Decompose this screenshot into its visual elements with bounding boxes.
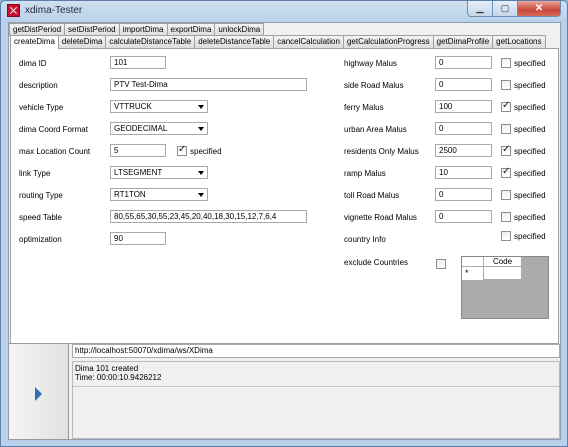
grid-new-row-cell[interactable] (484, 267, 522, 280)
max-location-count-label: max Location Count (19, 147, 91, 156)
residents-only-malus-label: residents Only Malus (344, 147, 419, 156)
service-url-input[interactable]: http://localhost:50070/xdima/ws/XDima (72, 344, 560, 358)
output-separator (73, 386, 559, 387)
urban-area-malus-input[interactable]: 0 (435, 122, 492, 135)
chevron-down-icon (198, 105, 204, 109)
play-icon (35, 387, 42, 401)
link-type-label: link Type (19, 169, 51, 178)
country-info-specified-checkbox[interactable] (501, 231, 511, 241)
toll-road-malus-specified-label: specified (514, 191, 546, 200)
ferry-malus-label: ferry Malus (344, 103, 384, 112)
routing-type-select[interactable]: RT1TON (110, 188, 208, 201)
dima-id-label: dima ID (19, 59, 47, 68)
max-location-count-specified-checkbox[interactable] (177, 144, 187, 156)
tab-getDimaProfile[interactable]: getDimaProfile (432, 35, 494, 48)
exclude-countries-grid[interactable]: Code * (461, 256, 549, 319)
urban-area-malus-label: urban Area Malus (344, 125, 407, 134)
tab-calculateDistanceTable[interactable]: calculateDistanceTable (105, 35, 196, 48)
coord-format-value: GEODECIMAL (114, 124, 168, 133)
residents-only-malus-specified-checkbox[interactable] (501, 144, 511, 156)
highway-malus-specified-checkbox[interactable] (501, 58, 511, 68)
vignette-road-malus-specified-checkbox[interactable] (501, 212, 511, 222)
coord-format-select[interactable]: GEODECIMAL (110, 122, 208, 135)
output-line-1: Dima 101 created (75, 364, 139, 373)
chevron-down-icon (198, 171, 204, 175)
exclude-countries-label: exclude Countries (344, 258, 409, 267)
max-location-count-specified-label: specified (190, 147, 222, 156)
optimization-input[interactable]: 90 (110, 232, 166, 245)
coord-format-label: dima Coord Format (19, 125, 88, 134)
side-road-malus-label: side Road Malus (344, 81, 404, 90)
ramp-malus-label: ramp Malus (344, 169, 386, 178)
chevron-down-icon (198, 127, 204, 131)
side-road-malus-specified-label: specified (514, 81, 546, 90)
highway-malus-specified-label: specified (514, 59, 546, 68)
tab-cancelCalculation[interactable]: cancelCalculation (273, 35, 344, 48)
description-label: description (19, 81, 58, 90)
create-dima-panel: dima ID 101 description PTV Test-Dima ve… (10, 48, 559, 344)
optimization-label: optimization (19, 235, 62, 244)
vehicle-type-label: vehicle Type (19, 103, 64, 112)
tab-row-2: createDima deleteDima calculateDistanceT… (10, 35, 546, 49)
toll-road-malus-specified-checkbox[interactable] (501, 190, 511, 200)
app-icon (7, 4, 20, 17)
tab-deleteDima[interactable]: deleteDima (57, 35, 107, 48)
tab-getLocations[interactable]: getLocations (492, 35, 546, 48)
minimize-icon: ▁ (476, 3, 484, 13)
window-title: xdima-Tester (25, 5, 83, 16)
country-info-label: country Info (344, 235, 386, 244)
ferry-malus-input[interactable]: 100 (435, 100, 492, 113)
vehicle-type-value: VTTRUCK (114, 102, 152, 111)
speed-table-label: speed Table (19, 213, 62, 222)
tab-deleteDistanceTable[interactable]: deleteDistanceTable (194, 35, 275, 48)
link-type-value: LTSEGMENT (114, 168, 163, 177)
highway-malus-input[interactable]: 0 (435, 56, 492, 69)
side-road-malus-input[interactable]: 0 (435, 78, 492, 91)
speed-table-input[interactable]: 80,55,65,30,55,23,45,20,40,18,30,15,12,7… (110, 210, 307, 223)
minimize-button[interactable]: ▁ (467, 1, 493, 17)
app-window: xdima-Tester ▁ ▢ ✕ getDistPeriod setDist… (0, 0, 568, 447)
exclude-countries-checkbox[interactable] (436, 259, 446, 269)
urban-area-malus-specified-checkbox[interactable] (501, 124, 511, 134)
vignette-road-malus-specified-label: specified (514, 213, 546, 222)
output-log: Dima 101 created Time: 00:00:10.9426212 (72, 361, 560, 439)
urban-area-malus-specified-label: specified (514, 125, 546, 134)
link-type-select[interactable]: LTSEGMENT (110, 166, 208, 179)
title-bar[interactable]: xdima-Tester ▁ ▢ ✕ (1, 1, 567, 21)
side-road-malus-specified-checkbox[interactable] (501, 80, 511, 90)
toll-road-malus-label: toll Road Malus (344, 191, 400, 200)
description-input[interactable]: PTV Test-Dima (110, 78, 307, 91)
dima-id-input[interactable]: 101 (110, 56, 166, 69)
tab-createDima[interactable]: createDima (10, 35, 59, 49)
chevron-down-icon (198, 193, 204, 197)
run-button[interactable] (8, 343, 69, 440)
close-button[interactable]: ✕ (518, 1, 561, 17)
vignette-road-malus-input[interactable]: 0 (435, 210, 492, 223)
ramp-malus-specified-checkbox[interactable] (501, 166, 511, 178)
toll-road-malus-input[interactable]: 0 (435, 188, 492, 201)
residents-only-malus-input[interactable]: 2500 (435, 144, 492, 157)
ramp-malus-specified-label: specified (514, 169, 546, 178)
routing-type-value: RT1TON (114, 190, 146, 199)
maximize-icon: ▢ (500, 3, 510, 13)
grid-new-row-marker: * (462, 267, 484, 280)
client-area: getDistPeriod setDistPeriod importDima e… (8, 22, 561, 440)
ferry-malus-specified-checkbox[interactable] (501, 100, 511, 112)
ramp-malus-input[interactable]: 10 (435, 166, 492, 179)
tab-getCalculationProgress[interactable]: getCalculationProgress (342, 35, 434, 48)
output-line-2: Time: 00:00:10.9426212 (75, 373, 162, 382)
max-location-count-input[interactable]: 5 (110, 144, 166, 157)
ferry-malus-specified-label: specified (514, 103, 546, 112)
grid-corner (462, 257, 484, 267)
highway-malus-label: highway Malus (344, 59, 397, 68)
residents-only-malus-specified-label: specified (514, 147, 546, 156)
grid-column-header-code[interactable]: Code (484, 257, 522, 267)
vignette-road-malus-label: vignette Road Malus (344, 213, 417, 222)
maximize-button[interactable]: ▢ (493, 1, 518, 17)
vehicle-type-select[interactable]: VTTRUCK (110, 100, 208, 113)
routing-type-label: routing Type (19, 191, 63, 200)
country-info-specified-label: specified (514, 232, 546, 241)
close-icon: ✕ (534, 3, 544, 14)
